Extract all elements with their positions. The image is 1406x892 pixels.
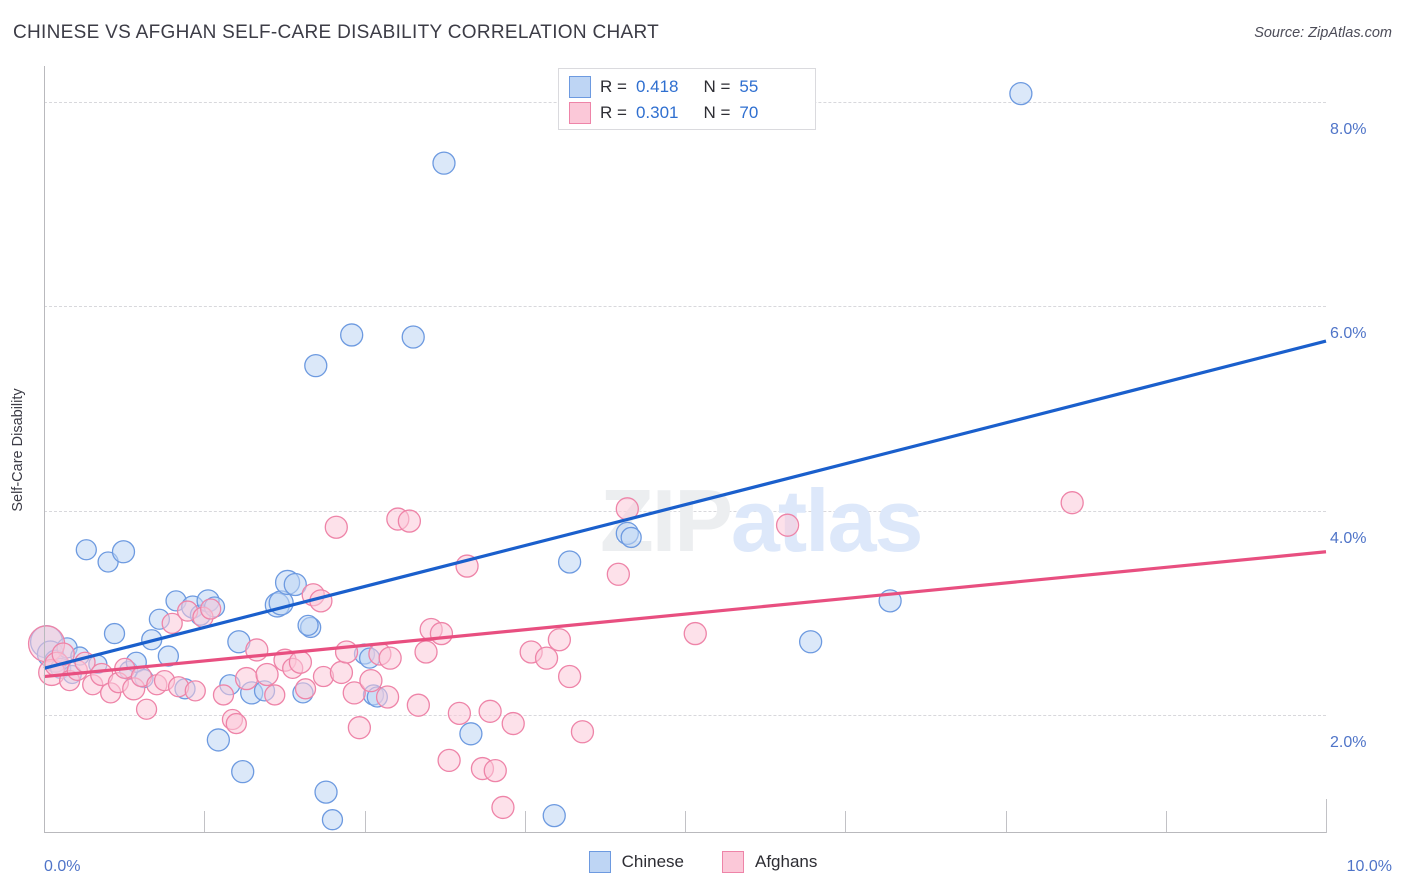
data-point[interactable]	[1009, 81, 1033, 106]
data-point[interactable]	[225, 712, 247, 735]
data-point[interactable]	[542, 803, 566, 828]
data-point[interactable]	[534, 646, 559, 670]
data-point[interactable]	[620, 526, 642, 549]
data-point[interactable]	[447, 701, 472, 725]
data-point[interactable]	[1060, 491, 1084, 515]
legend-color-afghans-icon	[721, 851, 744, 873]
data-point[interactable]	[324, 515, 348, 539]
data-point[interactable]	[432, 151, 456, 175]
data-point[interactable]	[206, 728, 231, 752]
data-point[interactable]	[234, 666, 259, 691]
plot-area: Self-Care Disability 8.0% 6.0% 4.0% 2.0% ZI…	[10, 66, 1366, 833]
data-point[interactable]	[414, 640, 438, 664]
data-point[interactable]	[334, 640, 359, 664]
data-point[interactable]	[798, 630, 823, 654]
data-point[interactable]	[103, 622, 126, 645]
data-point[interactable]	[294, 678, 317, 700]
y-axis-label: Self-Care Disability	[10, 387, 26, 512]
data-point[interactable]	[547, 628, 572, 652]
data-point[interactable]	[200, 598, 222, 620]
trendline-afghans	[43, 550, 1327, 679]
n-label-afghans: N =	[703, 103, 731, 122]
data-point[interactable]	[184, 680, 206, 702]
trendline-chinese	[43, 339, 1327, 670]
data-point[interactable]	[375, 685, 400, 709]
data-point[interactable]	[606, 562, 630, 586]
correlation-chart: CHINESE VS AFGHAN SELF-CARE DISABILITY C…	[0, 0, 1406, 892]
page-title: CHINESE VS AFGHAN SELF-CARE DISABILITY C…	[13, 22, 660, 43]
data-point[interactable]	[329, 660, 354, 685]
data-point[interactable]	[397, 509, 422, 533]
data-point[interactable]	[314, 780, 338, 804]
data-point[interactable]	[304, 353, 328, 378]
data-point[interactable]	[255, 662, 279, 687]
data-point[interactable]	[570, 720, 595, 744]
n-value-afghans: 70	[739, 103, 759, 122]
y-axis-line	[44, 66, 45, 833]
data-point[interactable]	[557, 664, 582, 689]
legend-label-afghans: Afghans	[754, 852, 818, 871]
legend-color-chinese-icon	[588, 851, 611, 873]
r-value-chinese: 0.418	[635, 77, 679, 96]
data-point[interactable]	[288, 650, 313, 674]
data-point[interactable]	[378, 646, 402, 670]
data-point[interactable]	[340, 323, 364, 347]
source-attribution: Source: ZipAtlas.com	[1254, 25, 1392, 41]
x-axis-tick	[1326, 799, 1327, 833]
data-point[interactable]	[483, 758, 507, 783]
y-axis-tick-label: 4.0%	[1330, 529, 1367, 547]
stats-legend-row-afghans: R = 0.301 N = 70	[569, 100, 758, 126]
data-point[interactable]	[297, 614, 319, 637]
legend-label-chinese: Chinese	[621, 852, 684, 871]
r-label-chinese: R =	[600, 77, 627, 96]
data-point[interactable]	[501, 711, 525, 736]
y-axis-tick-label: 6.0%	[1330, 325, 1367, 343]
legend-swatch-afghans-icon	[569, 102, 591, 124]
data-point[interactable]	[135, 698, 158, 720]
data-point[interactable]	[264, 684, 286, 706]
data-point[interactable]	[321, 809, 344, 831]
data-point[interactable]	[359, 668, 383, 693]
data-point[interactable]	[429, 621, 454, 646]
data-point[interactable]	[212, 684, 235, 706]
r-value-afghans: 0.301	[635, 103, 679, 122]
data-points-layer	[27, 81, 1327, 831]
y-axis-tick-label: 8.0%	[1330, 120, 1367, 138]
series-points-afghans	[27, 491, 1084, 820]
data-point[interactable]	[478, 699, 502, 723]
data-point[interactable]	[111, 540, 136, 564]
series-legend: Chinese Afghans	[0, 851, 1406, 873]
data-point[interactable]	[557, 550, 582, 574]
legend-item-chinese[interactable]: Chinese	[588, 851, 684, 873]
data-point[interactable]	[459, 722, 483, 746]
n-value-chinese: 55	[739, 77, 759, 96]
stats-legend: R = 0.418 N = 55 R = 0.301 N = 70	[558, 68, 816, 130]
data-point[interactable]	[75, 539, 97, 561]
n-label-chinese: N =	[703, 77, 731, 96]
r-label-afghans: R =	[600, 103, 627, 122]
data-point[interactable]	[347, 716, 372, 740]
data-point[interactable]	[401, 325, 425, 349]
x-axis-line	[44, 832, 1326, 833]
data-point[interactable]	[683, 621, 707, 646]
data-point[interactable]	[406, 693, 430, 717]
data-point[interactable]	[437, 748, 461, 773]
stats-legend-row-chinese: R = 0.418 N = 55	[569, 74, 758, 100]
y-axis-tick-label: 2.0%	[1330, 734, 1367, 752]
legend-item-afghans[interactable]: Afghans	[721, 851, 818, 873]
data-point[interactable]	[491, 795, 515, 820]
legend-swatch-chinese-icon	[569, 76, 591, 98]
data-point[interactable]	[775, 513, 800, 537]
data-point[interactable]	[231, 759, 255, 784]
